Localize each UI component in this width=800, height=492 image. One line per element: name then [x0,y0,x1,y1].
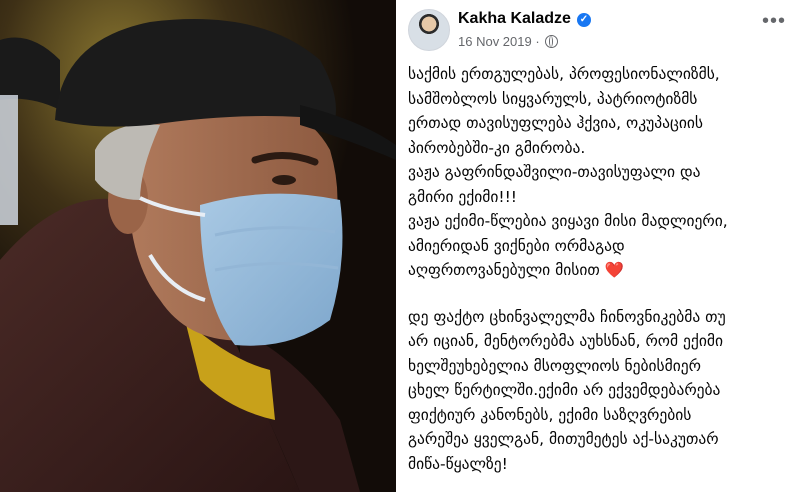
facebook-post: Kakha Kaladze ✓ 16 Nov 2019 · ••• საქმის … [396,0,800,492]
photo-illustration [0,0,396,492]
text-line: გმირი ექიმი!!! [408,187,518,206]
text-line: ფიქტიურ კანონებს, ექიმი საზღვრების [408,405,692,424]
author-name-row: Kakha Kaladze ✓ [458,10,591,28]
meta-separator: · [535,34,540,49]
text-line: დე ფაქტო ცხინვალელმა ჩინოვნიკებმა თუ [408,307,726,326]
post-meta: 16 Nov 2019 · [458,34,559,49]
paragraph-1: საქმის ერთგულებას, პროფესიონალიზმს, სამშ… [408,62,796,283]
text-line: ხელშეუხებელია მსოფლიოს ნებისმიერ [408,356,701,375]
post-photo[interactable] [0,0,396,492]
text-line: არ იციან, მენტორებმა აუხსნან, რომ ექიმი [408,332,723,350]
text-line: სამშობლოს სიყვარულს, პატრიოტიზმს [408,89,698,108]
text-line: აღფრთოვანებული მისით [408,261,600,279]
text-line: ვაჟა ექიმი-წლებია ვიყავი მისი მადლიერი, [408,212,728,230]
post-text: საქმის ერთგულებას, პროფესიონალიზმს, სამშ… [408,62,796,476]
post-date[interactable]: 16 Nov 2019 [458,34,532,49]
author-avatar[interactable] [408,9,450,51]
text-line: გარეშეა ყველგან, მითუმეტეს აქ-საკუთარ [408,430,719,448]
text-line: საქმის ერთგულებას, პროფესიონალიზმს, [408,65,720,83]
globe-icon [545,35,559,48]
screenshot: Kakha Kaladze ✓ 16 Nov 2019 · ••• საქმის … [0,0,800,492]
verified-badge-icon: ✓ [576,13,591,27]
heart-emoji-icon: ❤️ [604,261,625,279]
paragraph-2: დე ფაქტო ცხინვალელმა ჩინოვნიკებმა თუ არ … [408,305,796,477]
text-line: ერთად თავისუფლება ჰქვია, ოკუპაციის [408,114,703,132]
text-line: ცხელ წერტილში.ექიმი არ ექვემდებარება [408,381,721,399]
text-line: ვაჟა გაფრინდაშვილი-თავისუფალი და [408,163,701,181]
text-line: პირობებში-კი გმირობა. [408,138,586,157]
author-name[interactable]: Kakha Kaladze [458,10,571,27]
text-line: ამიერიდან ვიქნები ორმაგად [408,236,625,255]
post-header: Kakha Kaladze ✓ 16 Nov 2019 · ••• [396,0,800,62]
text-line: მიწა-წყალზე! [408,454,508,473]
more-options-icon[interactable]: ••• [762,10,786,33]
text-line-last: აღფრთოვანებული მისით ❤️ [408,258,796,283]
